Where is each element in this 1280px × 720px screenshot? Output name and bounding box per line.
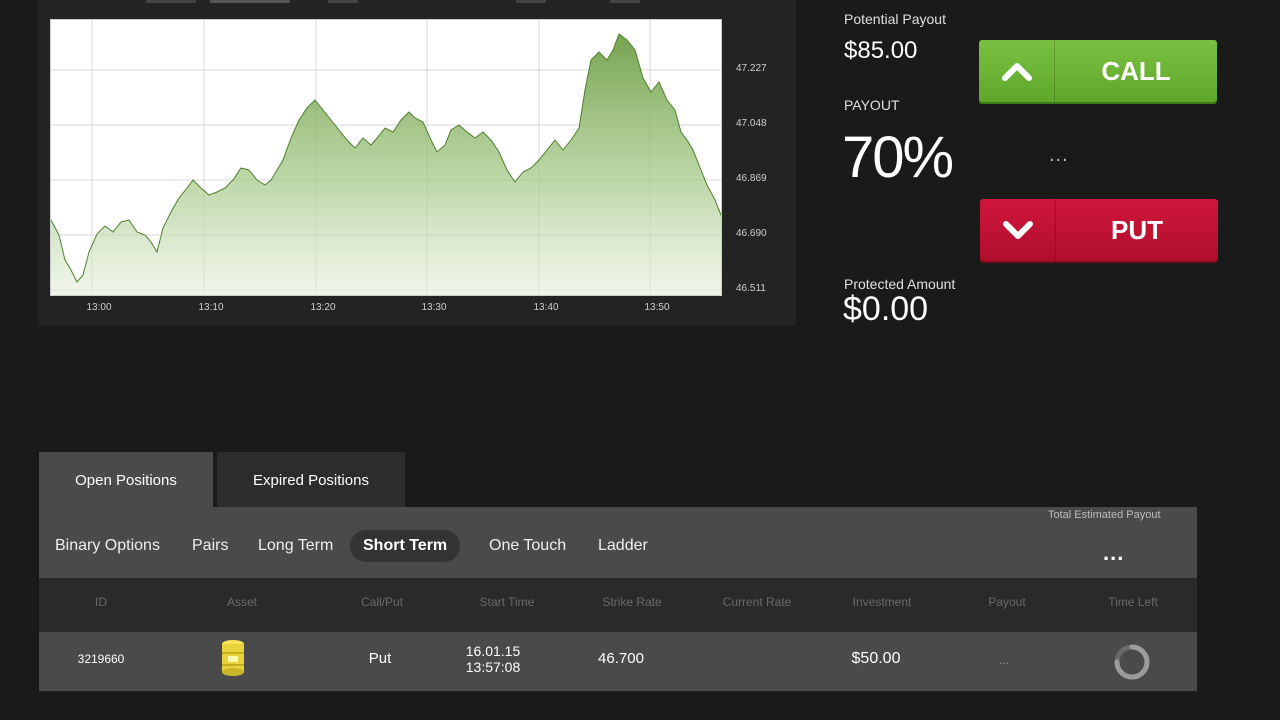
timeframe-option[interactable] xyxy=(328,0,358,3)
x-axis-tick: 13:10 xyxy=(198,302,224,313)
call-button[interactable]: CALL xyxy=(979,40,1217,102)
filter-pairs[interactable]: Pairs xyxy=(179,530,241,562)
call-button-label: CALL xyxy=(1101,55,1171,86)
filter-ladder[interactable]: Ladder xyxy=(585,530,661,562)
x-axis-tick: 13:00 xyxy=(86,302,112,313)
total-estimated-payout-label: Total Estimated Payout xyxy=(1048,509,1161,521)
payout-percent: 70% xyxy=(842,125,954,190)
tab-expired-positions[interactable]: Expired Positions xyxy=(217,452,405,508)
x-axis-tick: 13:30 xyxy=(421,302,447,313)
column-header-asset[interactable]: Asset xyxy=(227,595,257,609)
filter-one-touch[interactable]: One Touch xyxy=(476,530,579,562)
oil-barrel-icon xyxy=(218,638,248,678)
position-call-put: Put xyxy=(368,650,392,667)
payout-options-indicator: ... xyxy=(1049,144,1069,166)
potential-payout-value: $85.00 xyxy=(844,37,918,64)
timeframe-option[interactable] xyxy=(516,0,546,3)
y-axis-tick: 47.227 xyxy=(736,63,767,74)
position-start-time: 13:57:08 xyxy=(465,659,521,675)
column-header-investment[interactable]: Investment xyxy=(853,595,912,609)
y-axis-tick: 46.690 xyxy=(736,228,767,239)
column-header-payout[interactable]: Payout xyxy=(988,595,1025,609)
position-strike-rate: 46.700 xyxy=(598,650,644,667)
filter-short-term[interactable]: Short Term xyxy=(350,530,461,562)
position-start-date: 16.01.15 xyxy=(465,643,521,659)
tab-open-positions[interactable]: Open Positions xyxy=(39,452,213,508)
protected-amount-value: $0.00 xyxy=(843,290,929,328)
y-axis-tick: 47.048 xyxy=(736,118,767,129)
payout-label: PAYOUT xyxy=(844,97,900,113)
timeframe-option[interactable] xyxy=(610,0,640,3)
loading-spinner-icon xyxy=(1112,642,1152,682)
price-area-chart xyxy=(51,20,721,295)
y-axis-tick: 46.511 xyxy=(736,283,766,294)
position-payout: ... xyxy=(998,653,1010,667)
price-chart-panel: 47.227 47.048 46.869 46.690 46.511 13:00… xyxy=(38,0,796,326)
total-estimated-payout-value: ... xyxy=(1103,540,1125,565)
column-header-strike-rate[interactable]: Strike Rate xyxy=(602,595,661,609)
y-axis-tick: 46.869 xyxy=(736,173,767,184)
column-header-time-left[interactable]: Time Left xyxy=(1108,595,1158,609)
x-axis-tick: 13:50 xyxy=(644,302,670,313)
x-axis-tick: 13:40 xyxy=(533,302,559,313)
put-button[interactable]: PUT xyxy=(980,199,1218,261)
position-id: 3219660 xyxy=(77,652,125,666)
filter-long-term[interactable]: Long Term xyxy=(245,530,346,562)
price-chart[interactable] xyxy=(50,19,722,296)
chart-timeframe-strip xyxy=(38,0,796,6)
chevron-down-icon xyxy=(980,199,1056,261)
column-header-call-put[interactable]: Call/Put xyxy=(361,595,403,609)
column-header-start-time[interactable]: Start Time xyxy=(480,595,535,609)
potential-payout-label: Potential Payout xyxy=(844,11,946,27)
timeframe-option[interactable] xyxy=(210,0,290,3)
x-axis-tick: 13:20 xyxy=(310,302,336,313)
filter-binary-options[interactable]: Binary Options xyxy=(42,530,173,562)
put-button-label: PUT xyxy=(1111,214,1163,245)
price-area xyxy=(51,34,721,295)
timeframe-option[interactable] xyxy=(146,0,196,3)
column-header-id[interactable]: ID xyxy=(95,595,107,609)
chevron-up-icon xyxy=(979,40,1055,102)
position-investment: $50.00 xyxy=(851,650,901,667)
column-header-current-rate[interactable]: Current Rate xyxy=(723,595,792,609)
